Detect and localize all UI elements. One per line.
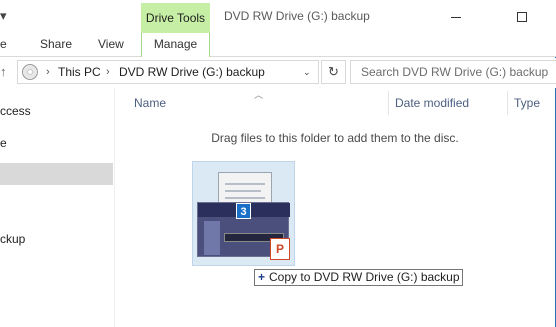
- drag-count-badge: 3: [236, 203, 251, 219]
- dvd-drive-icon: [22, 64, 38, 80]
- minimize-button[interactable]: [439, 4, 473, 30]
- address-bar[interactable]: › This PC › DVD RW Drive (G:) backup ⌄: [17, 60, 319, 84]
- quick-access-toolbar-dropdown[interactable]: ▾: [0, 8, 10, 24]
- nav-item-onedrive[interactable]: e: [0, 132, 113, 154]
- empty-folder-hint: Drag files to this folder to add them to…: [211, 131, 459, 145]
- slide-sidebar: [204, 221, 220, 255]
- tab-home[interactable]: e: [0, 33, 7, 57]
- address-row: ↑ › This PC › DVD RW Drive (G:) backup ⌄…: [0, 58, 556, 88]
- drag-drop-tooltip: + Copy to DVD RW Drive (G:) backup: [254, 269, 463, 286]
- refresh-button[interactable]: ↻: [321, 60, 346, 84]
- search-input[interactable]: Search DVD RW Drive (G:) backup: [350, 60, 556, 84]
- refresh-icon: ↻: [328, 64, 339, 79]
- column-header-name[interactable]: Name: [134, 94, 166, 118]
- breadcrumb-this-pc[interactable]: This PC: [58, 64, 101, 80]
- nav-item-quick-access[interactable]: ccess: [0, 100, 113, 122]
- up-arrow-icon[interactable]: ↑: [0, 64, 12, 80]
- minimize-icon: [451, 16, 461, 18]
- column-header-type[interactable]: Type: [514, 94, 540, 118]
- window-title: DVD RW Drive (G:) backup: [224, 9, 370, 23]
- tab-share[interactable]: Share: [40, 33, 72, 57]
- breadcrumb-separator-icon[interactable]: ›: [46, 64, 50, 80]
- content-pane: ︿ Name Date modified Type Drag files to …: [115, 88, 555, 327]
- explorer-window: ▾ Drive Tools DVD RW Drive (G:) backup e…: [0, 0, 556, 327]
- tab-manage[interactable]: Manage: [141, 33, 210, 57]
- column-header-date-modified[interactable]: Date modified: [395, 94, 469, 118]
- title-bar: ▾ Drive Tools DVD RW Drive (G:) backup: [0, 0, 556, 34]
- nav-item-dvd-backup[interactable]: ckup: [0, 228, 113, 250]
- doc-line: [225, 190, 261, 192]
- doc-line: [225, 183, 265, 185]
- address-history-dropdown-icon[interactable]: ⌄: [303, 67, 311, 78]
- maximize-button[interactable]: [505, 4, 539, 30]
- navigation-pane: ccess e ckup: [0, 88, 114, 327]
- breadcrumb-separator-icon[interactable]: ›: [106, 64, 110, 80]
- column-divider[interactable]: [388, 91, 389, 115]
- plus-icon: +: [258, 270, 266, 284]
- tab-view[interactable]: View: [98, 33, 124, 57]
- ribbon-tabs: e Share View Manage: [0, 33, 556, 57]
- contextual-tab-drive-tools: Drive Tools: [141, 3, 210, 33]
- powerpoint-icon: P: [270, 238, 290, 260]
- column-divider[interactable]: [507, 91, 508, 115]
- nav-item-selected[interactable]: [0, 163, 113, 185]
- maximize-icon: [517, 12, 527, 22]
- drag-drop-tooltip-text: Copy to DVD RW Drive (G:) backup: [269, 270, 460, 284]
- sort-ascending-icon: ︿: [254, 90, 264, 100]
- doc-line: [225, 197, 265, 199]
- drag-thumbnail: 3 P: [192, 161, 295, 266]
- breadcrumb-dvd-drive[interactable]: DVD RW Drive (G:) backup: [119, 64, 265, 80]
